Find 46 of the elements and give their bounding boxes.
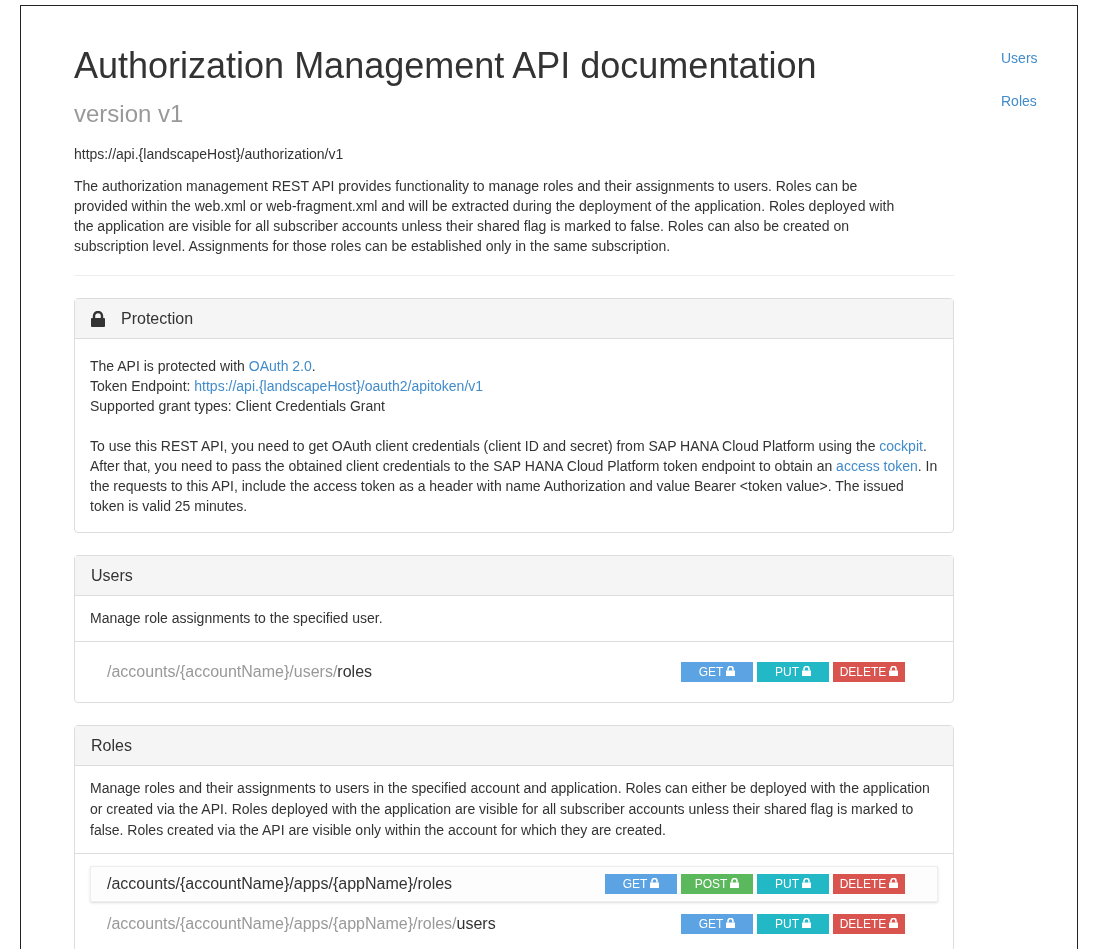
lock-icon: [650, 878, 660, 888]
lock-icon: [726, 666, 736, 676]
api-description: The authorization management REST API provides functionality to manage roles and their assignments to users. Roles can be provided within the web.xml or web-fragment.xml and will be extracted during the deployment of the application. Roles deployed with the application are visible for all subscriber accounts unless their shared flag is marked to false. Roles can also be created on subscription level. Assignments for those roles can be established only in the same subscription.: [74, 177, 896, 256]
base-url: https://api.{landscapeHost}/authorization/v1: [74, 145, 345, 164]
resource-path: /accounts/{accountName}/users/roles: [107, 662, 373, 682]
method-button[interactable]: DELETE: [833, 662, 905, 682]
method-button[interactable]: PUT: [757, 874, 829, 894]
version-subtitle: version v1: [74, 99, 185, 129]
lock-icon: [802, 918, 811, 928]
resource-row[interactable]: /accounts/{accountName}/users/roles GET PUT DELETE: [90, 654, 938, 690]
paragraph-text: Token Endpoint: https://api.{landscapeHost}/oauth2/apitoken/v1: [90, 377, 485, 396]
method-button[interactable]: DELETE: [833, 874, 905, 894]
method-button[interactable]: DELETE: [833, 914, 905, 934]
method-button[interactable]: GET: [681, 914, 753, 934]
method-button[interactable]: GET: [681, 662, 753, 682]
paragraph-text: To use this REST API, you need to get OAuth client credentials (client ID and secret) from SAP HANA Cloud Platform using the cockpit. After that, you need to pass the obtained client credentials to the SAP HANA Cloud Platform token endpoint to obtain an access token. In the requests to this API, include the access token as a header with name Authorization and value Bearer <token value>. The issued token is valid 25 minutes.: [90, 437, 938, 516]
resource-path: /accounts/{accountName}/apps/{appName}/roles/users: [107, 914, 496, 934]
lock-icon: [889, 878, 899, 888]
lock-icon: [730, 878, 740, 888]
nav-link[interactable]: Roles: [1001, 91, 1038, 112]
resource-row[interactable]: /accounts/{accountName}/apps/{appName}/roles/users GET PUT DELETE: [90, 906, 938, 942]
lock-icon: [726, 918, 736, 928]
panel-title: Roles: [91, 735, 132, 756]
link[interactable]: OAuth 2.0: [248, 358, 312, 374]
lock-icon: [889, 918, 899, 928]
page-title: Authorization Management API documentation: [74, 44, 818, 88]
paragraph-text: The API is protected with OAuth 2.0.: [90, 357, 317, 376]
lock-icon: [889, 666, 899, 676]
resource-row[interactable]: /accounts/{accountName}/apps/{appName}/roles GET POST PUT DELETE: [90, 866, 938, 902]
method-button[interactable]: PUT: [757, 662, 829, 682]
link[interactable]: access token: [836, 458, 918, 474]
lock-icon: [802, 666, 811, 676]
lock-icon: [802, 878, 811, 888]
resource-path: /accounts/{accountName}/apps/{appName}/roles: [107, 874, 453, 894]
link[interactable]: cockpit: [879, 438, 923, 454]
lock-icon: [91, 310, 105, 327]
nav-link[interactable]: Users: [1001, 48, 1038, 69]
method-button[interactable]: POST: [681, 874, 753, 894]
method-button[interactable]: GET: [605, 874, 677, 894]
section-description: Manage roles and their assignments to users in the specified account and application. Roles can either be deployed with the application or created via the API. Roles deployed with the application are visible for all subscriber accounts unless their shared flag is marked to false. Roles created via the API are visible only within the account for which they are created.: [75, 766, 953, 854]
section-description: Manage role assignments to the specified user.: [75, 596, 953, 642]
method-button[interactable]: PUT: [757, 914, 829, 934]
paragraph-text: Supported grant types: Client Credentials Grant: [90, 397, 386, 416]
link[interactable]: https://api.{landscapeHost}/oauth2/apitoken/v1: [194, 378, 484, 394]
panel-title: Protection: [121, 308, 194, 329]
panel-title: Users: [91, 565, 133, 586]
